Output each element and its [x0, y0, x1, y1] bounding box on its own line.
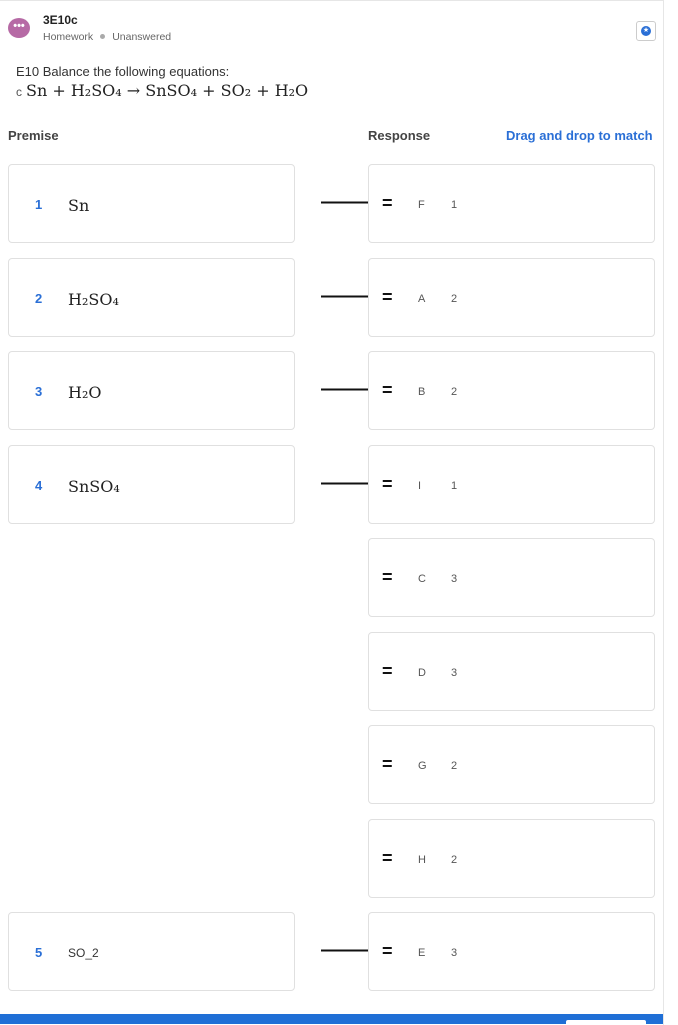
response-header: Response — [368, 128, 431, 143]
premise-text: H₂O — [68, 383, 102, 402]
response-item[interactable]: = G 2 — [368, 725, 655, 804]
drag-instruction: Drag and drop to match — [506, 128, 653, 143]
response-item[interactable]: = B 2 — [368, 351, 655, 430]
favorite-button[interactable]: ★ — [636, 21, 656, 41]
response-item[interactable]: = C 3 — [368, 538, 655, 617]
premise-item: 2 H₂SO₄ — [8, 258, 295, 337]
separator-dot — [100, 34, 106, 40]
response-item[interactable]: = I 1 — [368, 445, 655, 524]
response-item[interactable]: = D 3 — [368, 632, 655, 711]
premise-number: 5 — [35, 945, 43, 960]
premise-header: Premise — [8, 128, 59, 143]
chat-bubble-icon: ••• — [8, 18, 30, 38]
assignment-meta: Homework Unanswered — [43, 31, 171, 43]
response-item[interactable]: = H 2 — [368, 819, 655, 898]
drag-handle-icon[interactable]: = — [382, 662, 393, 680]
drag-handle-icon[interactable]: = — [382, 475, 393, 493]
response-letter: A — [418, 293, 426, 305]
response-coefficient: 1 — [451, 199, 458, 211]
response-coefficient: 3 — [451, 947, 458, 959]
drag-handle-icon[interactable]: = — [382, 849, 393, 867]
response-coefficient: 3 — [451, 573, 458, 585]
premise-item: 1 Sn — [8, 164, 295, 243]
premise-number: 3 — [35, 384, 43, 399]
star-icon: ★ — [641, 26, 651, 36]
bottom-action-button[interactable] — [566, 1020, 646, 1024]
premise-item: 5 SO_2 — [8, 912, 295, 991]
part-label: c — [16, 85, 22, 99]
assignment-title: 3E10c — [43, 13, 78, 27]
response-coefficient: 2 — [451, 854, 458, 866]
response-coefficient: 1 — [451, 480, 458, 492]
premise-text: Sn — [68, 196, 90, 215]
answer-status: Unanswered — [112, 31, 172, 43]
premise-text: SnSO₄ — [68, 477, 120, 496]
drag-handle-icon[interactable]: = — [382, 288, 393, 306]
response-letter: H — [418, 854, 426, 866]
equation-text: Sn + H₂SO₄ → SnSO₄ + SO₂ + H₂O — [26, 81, 309, 100]
response-letter: G — [418, 760, 427, 772]
premise-text: SO_2 — [68, 946, 99, 960]
drag-handle-icon[interactable]: = — [382, 942, 393, 960]
response-item[interactable]: = A 2 — [368, 258, 655, 337]
response-letter: F — [418, 199, 425, 211]
response-letter: E — [418, 947, 426, 959]
response-item[interactable]: = E 3 — [368, 912, 655, 991]
question-card: ••• 3E10c Homework Unanswered ★ E10 Balan… — [0, 0, 664, 1025]
drag-handle-icon[interactable]: = — [382, 755, 393, 773]
response-coefficient: 2 — [451, 293, 458, 305]
response-coefficient: 3 — [451, 667, 458, 679]
drag-handle-icon[interactable]: = — [382, 568, 393, 586]
premise-item: 3 H₂O — [8, 351, 295, 430]
premise-text: H₂SO₄ — [68, 290, 119, 309]
premise-item: 4 SnSO₄ — [8, 445, 295, 524]
response-item[interactable]: = F 1 — [368, 164, 655, 243]
drag-handle-icon[interactable]: = — [382, 381, 393, 399]
response-coefficient: 2 — [451, 386, 458, 398]
response-letter: C — [418, 573, 426, 585]
premise-number: 2 — [35, 291, 43, 306]
drag-handle-icon[interactable]: = — [382, 194, 393, 212]
question-text: E10 Balance the following equations: — [16, 64, 230, 79]
premise-number: 1 — [35, 197, 43, 212]
response-letter: B — [418, 386, 426, 398]
bottom-action-bar — [0, 1014, 663, 1024]
assignment-category: Homework — [43, 31, 94, 43]
premise-number: 4 — [35, 478, 43, 493]
equation: c Sn + H₂SO₄ → SnSO₄ + SO₂ + H₂O — [16, 81, 308, 100]
response-letter: D — [418, 667, 426, 679]
response-coefficient: 2 — [451, 760, 458, 772]
response-letter: I — [418, 480, 422, 492]
